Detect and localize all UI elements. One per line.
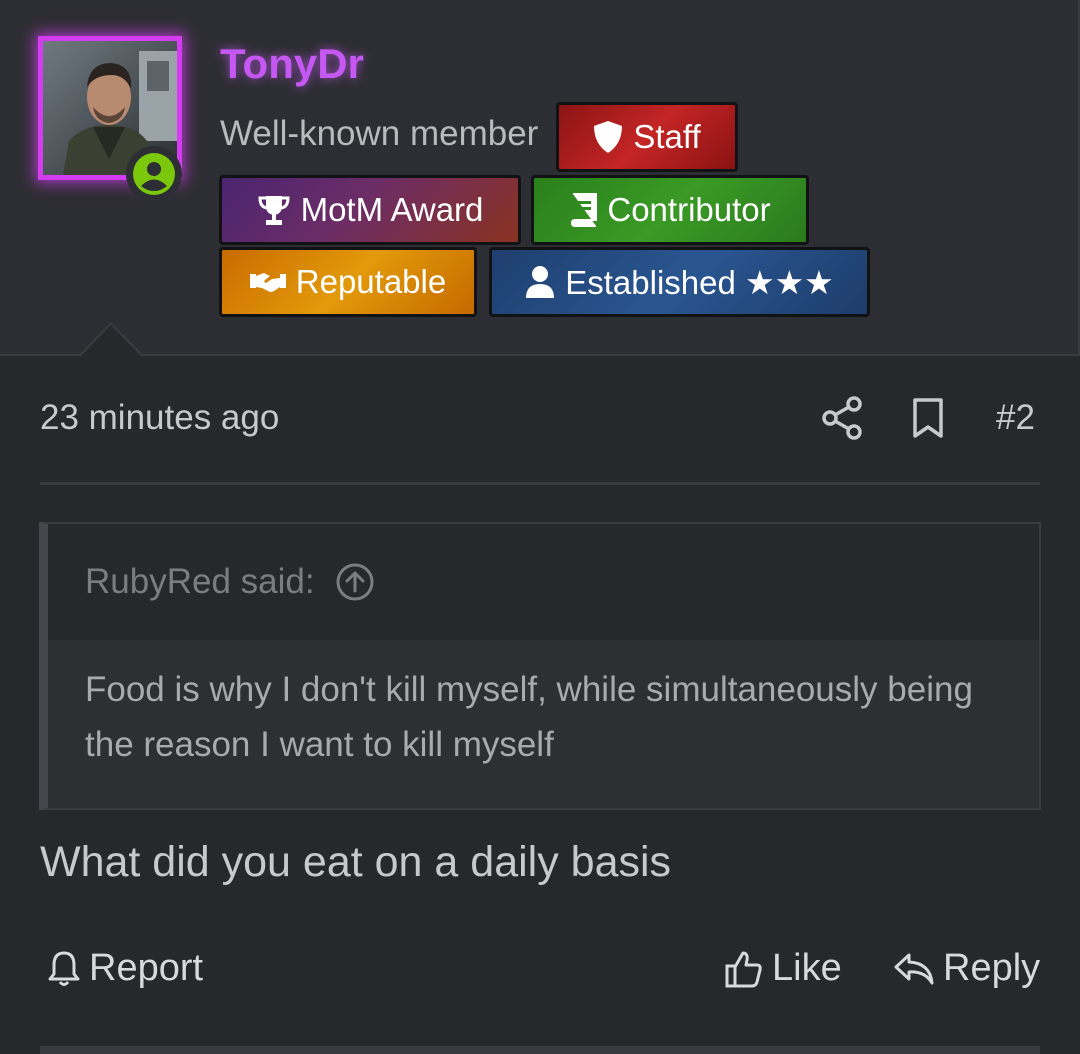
badge-label: Established ★★★ xyxy=(565,263,834,301)
member-title: Well-known member xyxy=(220,114,539,153)
badge-label: Staff xyxy=(633,118,701,155)
book-icon xyxy=(571,193,598,227)
shield-icon xyxy=(594,121,623,153)
share-icon[interactable] xyxy=(820,394,864,442)
thumbs-up-icon xyxy=(725,951,762,987)
badge-reputable: Reputable xyxy=(219,247,477,317)
trophy-icon xyxy=(258,196,290,225)
report-button[interactable]: Report xyxy=(47,947,203,990)
bell-icon xyxy=(48,951,80,986)
user-icon xyxy=(526,266,555,298)
badge-established: Established ★★★ xyxy=(489,247,870,317)
badge-label: Reputable xyxy=(295,263,447,300)
user-panel-pointer-fill xyxy=(80,325,142,357)
quote-header: RubyRed said: xyxy=(48,524,1039,640)
user-circle-icon xyxy=(133,153,175,195)
like-label: Like xyxy=(772,947,842,989)
post-timestamp[interactable]: 23 minutes ago xyxy=(40,398,279,438)
report-label: Report xyxy=(89,947,204,989)
badge-staff: Staff xyxy=(556,102,738,172)
bookmark-icon[interactable] xyxy=(907,394,949,442)
badge-label: MotM Award xyxy=(300,191,484,228)
reply-icon xyxy=(894,953,934,984)
divider xyxy=(40,482,1040,485)
badge-contributor: Contributor xyxy=(531,175,809,245)
online-status-badge xyxy=(126,146,182,202)
next-post-edge xyxy=(40,1046,1040,1054)
post-number[interactable]: #2 xyxy=(996,398,1035,438)
username[interactable]: TonyDr xyxy=(220,40,364,88)
quote-author[interactable]: RubyRed said: xyxy=(85,562,315,602)
reply-button[interactable]: Reply xyxy=(893,947,1040,990)
post-body: What did you eat on a daily basis xyxy=(40,838,672,886)
arrow-up-circle-icon[interactable] xyxy=(335,562,375,602)
handshake-icon xyxy=(249,273,286,292)
badge-motm-award: MotM Award xyxy=(219,175,521,245)
user-info-panel: TonyDr Well-known member Staff MotM Awar… xyxy=(0,0,1080,356)
quote-block: RubyRed said: Food is why I don't kill m… xyxy=(39,522,1041,810)
reply-label: Reply xyxy=(943,947,1041,989)
quote-text: Food is why I don't kill myself, while s… xyxy=(85,670,973,764)
badge-label: Contributor xyxy=(607,191,771,228)
like-button[interactable]: Like xyxy=(724,947,842,990)
